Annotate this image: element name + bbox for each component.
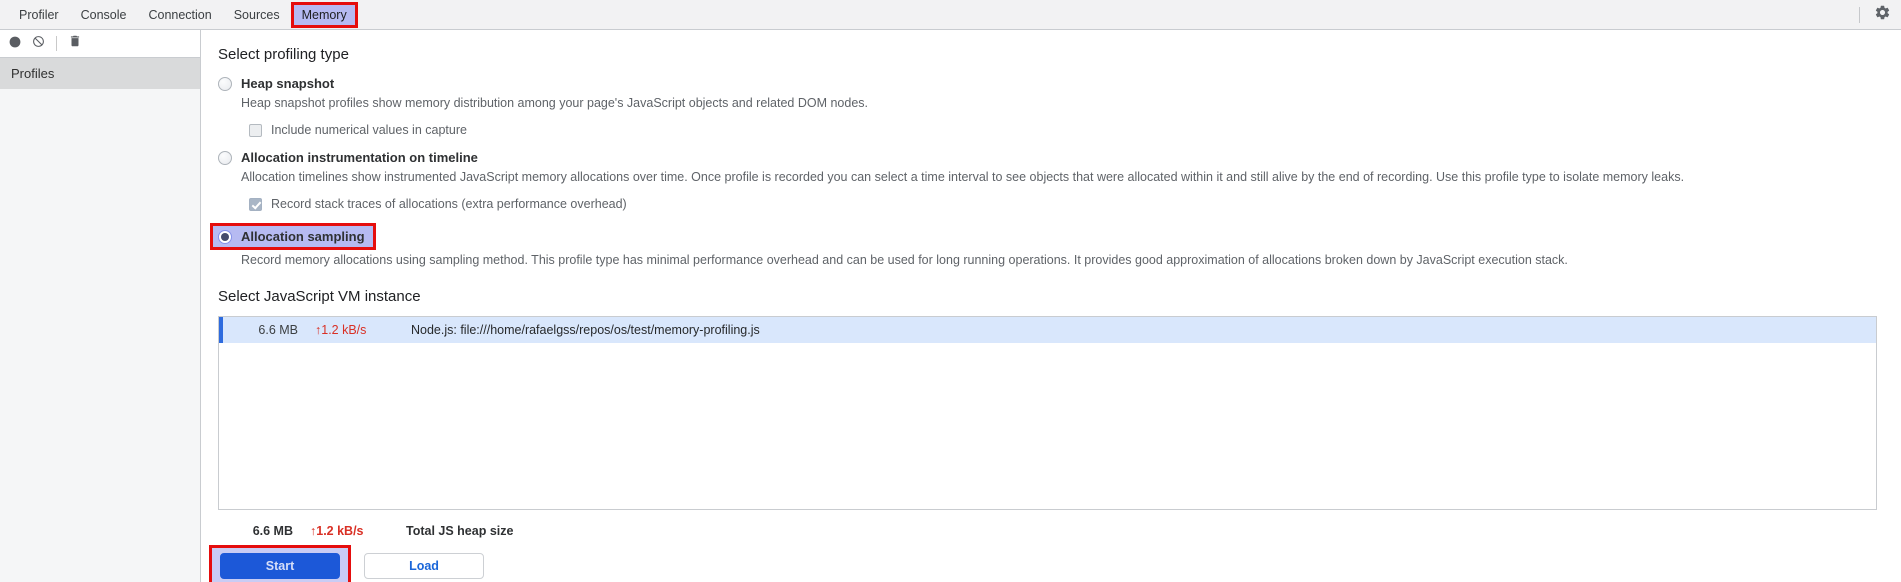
tab-bar-divider	[1859, 6, 1860, 23]
profiling-type-heading: Select profiling type	[218, 46, 349, 63]
vm-instance-list: 6.6 MB ↑1.2 kB/s Node.js: file:///home/r…	[218, 316, 1877, 510]
load-button[interactable]: Load	[364, 553, 484, 579]
total-heap-size: 6.6 MB	[252, 524, 293, 538]
devtools-tab-bar: Profiler Console Connection Sources Memo…	[0, 0, 1901, 30]
block-clear-icon	[32, 35, 45, 53]
total-allocation-rate: ↑1.2 kB/s	[310, 524, 364, 538]
tab-memory[interactable]: Memory	[290, 1, 358, 28]
allocation-sampling-description: Record memory allocations using sampling…	[241, 253, 1568, 267]
trash-icon	[68, 34, 82, 53]
radio-unselected-icon[interactable]	[218, 76, 232, 91]
heap-snapshot-description: Heap snapshot profiles show memory distr…	[241, 96, 869, 110]
radio-unselected-icon[interactable]	[218, 150, 232, 165]
profiles-sidebar: Profiles	[0, 30, 201, 582]
checkbox-unchecked-icon[interactable]	[249, 123, 262, 137]
heap-snapshot-label: Heap snapshot	[241, 76, 335, 91]
tab-connection[interactable]: Connection	[137, 2, 222, 28]
tab-profiler[interactable]: Profiler	[8, 2, 70, 28]
start-annotation-box: Start	[209, 545, 351, 582]
profiles-toolbar	[0, 30, 200, 58]
memory-panel: Select profiling type Heap snapshot Heap…	[201, 30, 1901, 582]
option-heap-snapshot: Heap snapshot Heap snapshot profiles sho…	[218, 76, 1877, 137]
action-button-row: Start Load	[209, 545, 1877, 582]
vm-instance-heading: Select JavaScript VM instance	[218, 288, 421, 305]
allocation-timeline-description: Allocation timelines show instrumented J…	[241, 170, 1685, 184]
option-allocation-timeline: Allocation instrumentation on timeline A…	[218, 150, 1877, 211]
checkbox-checked-disabled-icon[interactable]	[249, 197, 262, 211]
allocation-timeline-label: Allocation instrumentation on timeline	[241, 150, 478, 165]
tab-console[interactable]: Console	[70, 2, 138, 28]
vm-allocation-rate: ↑1.2 kB/s	[315, 323, 367, 337]
include-numerical-values-row[interactable]: Include numerical values in capture	[249, 123, 1877, 137]
allocation-sampling-label: Allocation sampling	[241, 229, 365, 244]
tab-sources[interactable]: Sources	[223, 2, 291, 28]
option-allocation-sampling: Allocation sampling Record memory alloca…	[210, 223, 1877, 267]
record-circle-icon	[9, 35, 21, 53]
vm-instance-name: Node.js: file:///home/rafaelgss/repos/os…	[411, 323, 760, 337]
record-stack-traces-row[interactable]: Record stack traces of allocations (extr…	[249, 197, 1877, 211]
total-heap-label: Total JS heap size	[406, 524, 514, 538]
toolbar-divider	[56, 36, 57, 51]
delete-profile-button[interactable]	[68, 34, 82, 53]
vm-instance-row[interactable]: 6.6 MB ↑1.2 kB/s Node.js: file:///home/r…	[219, 317, 1876, 343]
start-button[interactable]: Start	[220, 553, 340, 579]
gear-icon	[1874, 4, 1891, 26]
include-numerical-values-label: Include numerical values in capture	[271, 123, 467, 137]
clear-button[interactable]	[32, 35, 45, 53]
profiles-label: Profiles	[11, 66, 55, 81]
radio-selected-icon[interactable]	[218, 229, 232, 244]
allocation-timeline-radio-row[interactable]: Allocation instrumentation on timeline	[218, 150, 1877, 165]
total-heap-row: 6.6 MB ↑1.2 kB/s Total JS heap size	[218, 524, 1877, 538]
heap-snapshot-radio-row[interactable]: Heap snapshot	[218, 76, 1877, 91]
vm-heap-size: 6.6 MB	[258, 323, 298, 337]
sidebar-item-profiles[interactable]: Profiles	[0, 58, 200, 89]
record-button[interactable]	[9, 35, 21, 53]
record-stack-traces-label: Record stack traces of allocations (extr…	[271, 197, 627, 211]
settings-button[interactable]	[1871, 4, 1893, 26]
allocation-sampling-annotation-box: Allocation sampling	[210, 223, 376, 250]
